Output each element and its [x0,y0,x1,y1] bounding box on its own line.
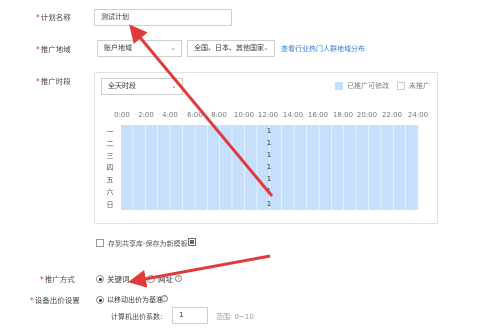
annotation-arrow-plan-name [129,24,274,197]
annotation-arrow-keyword [128,254,271,288]
annotation-arrows [128,24,274,288]
